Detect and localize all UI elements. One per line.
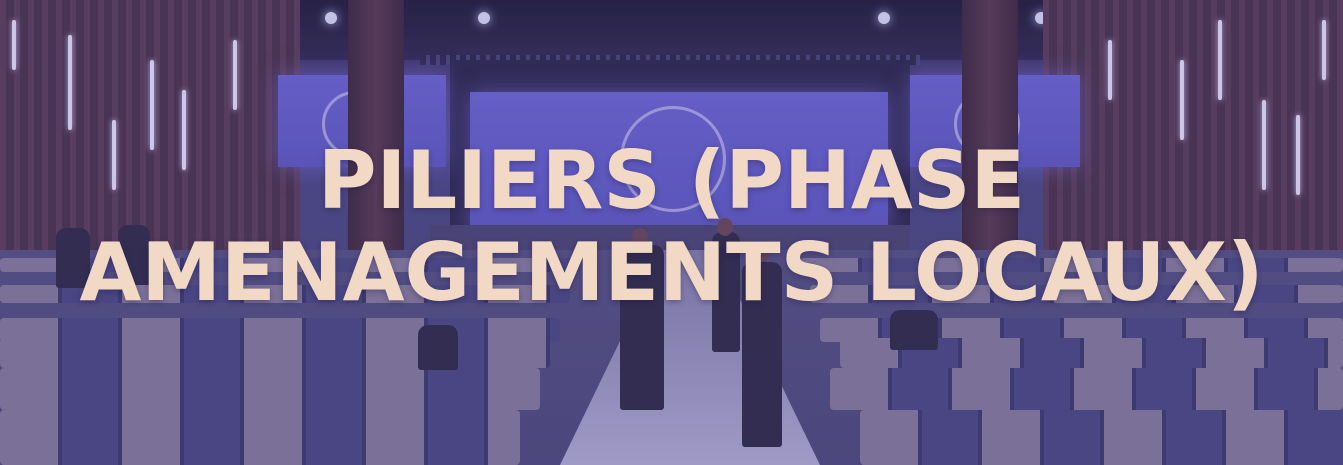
page-title: PILIERS (PHASE AMENAGEMENTS LOCAUX)	[0, 135, 1343, 319]
page-title-line-2: AMENAGEMENTS LOCAUX)	[79, 226, 1264, 319]
hero-banner: PILIERS (PHASE AMENAGEMENTS LOCAUX)	[0, 0, 1343, 465]
page-title-line-1: PILIERS (PHASE	[317, 134, 1026, 227]
